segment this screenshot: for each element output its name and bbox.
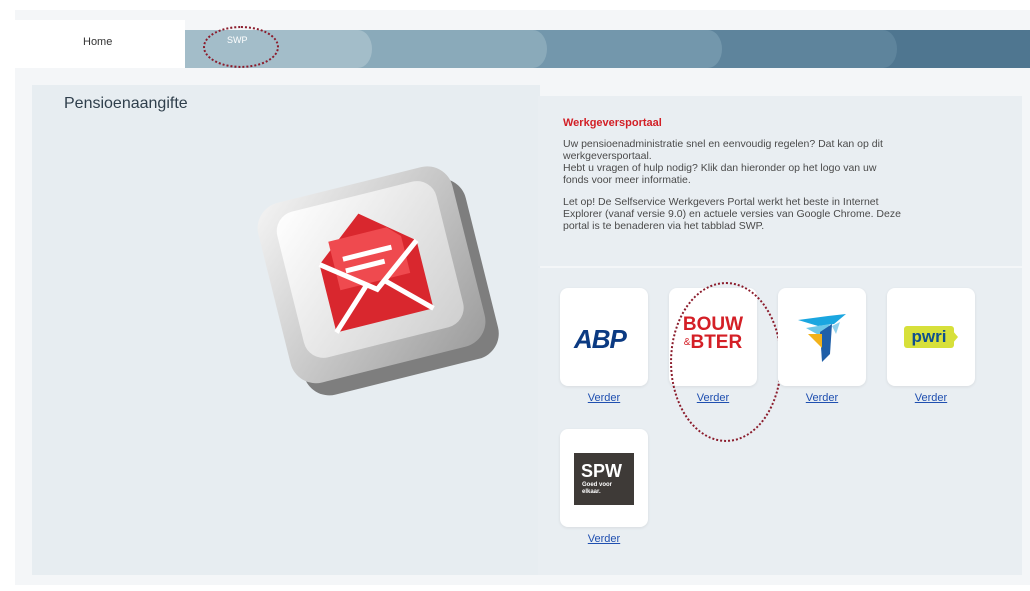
abp-verder-link[interactable]: Verder (560, 392, 648, 404)
portal-description: Uw pensioenadministratie snel en eenvoud… (563, 138, 1003, 242)
pwri-verder-link[interactable]: Verder (887, 392, 975, 404)
fund-logos-panel: ABP Verder BOUW &BTER Verder Verder pwri (538, 268, 1022, 575)
spw-verder-link[interactable]: Verder (560, 533, 648, 545)
tab-home[interactable]: Home (83, 36, 112, 48)
swp-annotation-circle (203, 26, 279, 68)
portal-title: Werkgeversportaal (563, 117, 662, 129)
werkgeversportaal-info: Werkgeversportaal Uw pensioenadministrat… (538, 96, 1022, 266)
pwri-logo-arrow (952, 330, 958, 344)
bird-fund-verder-link[interactable]: Verder (778, 392, 866, 404)
panel-title: Pensioenaangifte (64, 95, 188, 112)
envelope-key-icon[interactable] (242, 141, 512, 411)
bird-fund-logo-card[interactable] (778, 288, 866, 386)
spw-logo-text: SPW (581, 461, 623, 481)
spw-logo: SPW Goed voor elkaar. (574, 453, 634, 505)
pensioenaangifte-panel: Pensioenaangifte (32, 85, 540, 575)
intro-line-4: fonds voor meer informatie. (563, 174, 691, 186)
notice-line-1: Let op! De Selfservice Werkgevers Portal… (563, 196, 879, 208)
intro-line-3: Hebt u vragen of hulp nodig? Klik dan hi… (563, 162, 877, 174)
pwri-logo: pwri (904, 326, 954, 348)
tab-bar-background (15, 10, 1030, 68)
spw-tagline: Goed voor elkaar. (582, 482, 612, 496)
intro-line-2: werkgeversportaal. (563, 150, 652, 162)
page-frame: Home SWP Pensioenaangifte Werkgeversport… (15, 10, 1030, 585)
portal-notice: Let op! De Selfservice Werkgevers Portal… (563, 196, 1003, 232)
spw-tagline-2: elkaar. (582, 489, 601, 495)
notice-line-2: Explorer (vanaf versie 9.0) en actuele v… (563, 208, 901, 220)
notice-line-3: portal is te benaderen via het tabblad S… (563, 220, 765, 232)
abp-logo: ABP (574, 324, 627, 354)
pwri-logo-card[interactable]: pwri (887, 288, 975, 386)
bird-logo-icon (798, 314, 846, 362)
portal-intro: Uw pensioenadministratie snel en eenvoud… (563, 138, 1003, 186)
bouwenbter-annotation-circle (670, 282, 782, 442)
intro-line-1: Uw pensioenadministratie snel en eenvoud… (563, 138, 883, 150)
tab-bar: Home SWP (15, 10, 1030, 68)
spw-logo-card[interactable]: SPW Goed voor elkaar. (560, 429, 648, 527)
spw-tagline-1: Goed voor (582, 482, 613, 488)
abp-logo-card[interactable]: ABP (560, 288, 648, 386)
